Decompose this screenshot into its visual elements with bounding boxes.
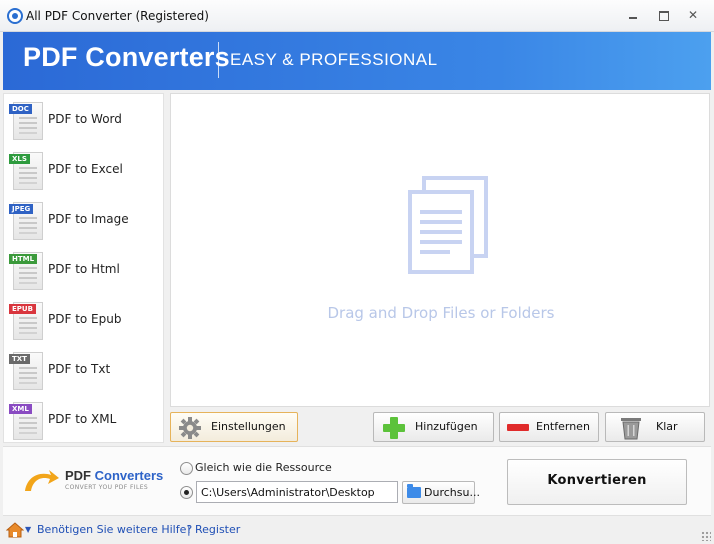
resize-grip[interactable]: [701, 531, 711, 541]
sidebar-item-pdf-to-txt[interactable]: TXT PDF to Txt: [4, 346, 163, 394]
browse-button[interactable]: Durchsu...: [402, 481, 480, 504]
html-file-icon: HTML: [9, 250, 43, 290]
settings-button[interactable]: Einstellungen: [170, 412, 298, 442]
banner-divider: [218, 42, 219, 78]
jpeg-file-icon: JPEG: [9, 200, 43, 240]
link-separator: |: [187, 523, 191, 536]
home-icon[interactable]: [6, 522, 24, 538]
sidebar-item-pdf-to-xml[interactable]: XML PDF to XML: [4, 396, 163, 444]
banner-brand: PDF Converters: [23, 42, 230, 72]
settings-button-label: Einstellungen: [211, 420, 286, 433]
file-drop-zone[interactable]: Drag and Drop Files or Folders: [170, 93, 710, 407]
sidebar-item-label: PDF to Image: [48, 212, 129, 226]
convert-button[interactable]: Konvertieren: [507, 459, 687, 505]
output-path-input[interactable]: [196, 481, 398, 503]
logo-subtitle: CONVERT YOU PDF FILES: [65, 484, 149, 491]
xls-file-icon: XLS: [9, 150, 43, 190]
sidebar-item-pdf-to-excel[interactable]: XLS PDF to Excel: [4, 146, 163, 194]
add-files-button[interactable]: Hinzufügen: [373, 412, 494, 442]
add-button-label: Hinzufügen: [415, 420, 478, 433]
close-button[interactable]: ✕: [684, 8, 702, 22]
status-bar: ▼ Benötigen Sie weitere Hilfe? | Registe…: [0, 518, 714, 544]
pdf-converters-logo-icon: [25, 470, 59, 491]
logo-brand: PDF Converters: [65, 468, 164, 483]
plus-icon: [383, 417, 405, 439]
help-link[interactable]: Benötigen Sie weitere Hilfe?: [37, 523, 192, 536]
convert-button-label: Konvertieren: [547, 473, 647, 488]
doc-file-icon: DOC: [9, 100, 43, 140]
clear-button-label: Klar: [656, 420, 678, 433]
sidebar-item-label: PDF to Excel: [48, 162, 123, 176]
txt-file-icon: TXT: [9, 350, 43, 390]
drop-zone-hint: Drag and Drop Files or Folders: [327, 304, 555, 322]
sidebar-item-pdf-to-epub[interactable]: EPUB PDF to Epub: [4, 296, 163, 344]
register-link[interactable]: Register: [195, 523, 240, 536]
clear-list-button[interactable]: Klar: [605, 412, 705, 442]
documents-icon: [408, 176, 488, 274]
custom-path-radio[interactable]: [180, 486, 193, 499]
sidebar-item-pdf-to-image[interactable]: JPEG PDF to Image: [4, 196, 163, 244]
remove-file-button[interactable]: Entfernen: [499, 412, 599, 442]
xml-file-icon: XML: [9, 400, 43, 440]
sidebar-item-pdf-to-html[interactable]: HTML PDF to Html: [4, 246, 163, 294]
header-banner: PDF Converters EASY & PROFESSIONAL: [3, 32, 711, 90]
browse-button-label: Durchsu...: [424, 486, 480, 499]
gear-icon: [179, 417, 201, 439]
remove-button-label: Entfernen: [536, 420, 590, 433]
maximize-button[interactable]: [654, 8, 672, 22]
trash-icon: [621, 418, 641, 440]
sidebar-item-label: PDF to Txt: [48, 362, 111, 376]
sidebar-item-label: PDF to Epub: [48, 312, 122, 326]
sidebar-item-label: PDF to Word: [48, 112, 122, 126]
epub-file-icon: EPUB: [9, 300, 43, 340]
minus-icon: [507, 424, 529, 431]
app-icon: [7, 8, 23, 24]
same-as-source-radio[interactable]: [180, 462, 193, 475]
banner-tagline: EASY & PROFESSIONAL: [230, 50, 438, 69]
output-panel: PDF Converters CONVERT YOU PDF FILES Gle…: [3, 446, 711, 516]
sidebar-item-label: PDF to Html: [48, 262, 120, 276]
title-bar: All PDF Converter (Registered) ✕: [0, 0, 714, 32]
conversion-type-list: DOC PDF to Word XLS PDF to Excel JPEG PD…: [3, 93, 164, 443]
folder-icon: [407, 484, 421, 498]
sidebar-item-pdf-to-word[interactable]: DOC PDF to Word: [4, 96, 163, 144]
same-as-source-label: Gleich wie die Ressource: [195, 461, 332, 474]
sidebar-item-label: PDF to XML: [48, 412, 117, 426]
window-title: All PDF Converter (Registered): [26, 9, 209, 23]
chevron-down-icon[interactable]: ▼: [25, 525, 31, 534]
minimize-button[interactable]: [624, 8, 642, 22]
